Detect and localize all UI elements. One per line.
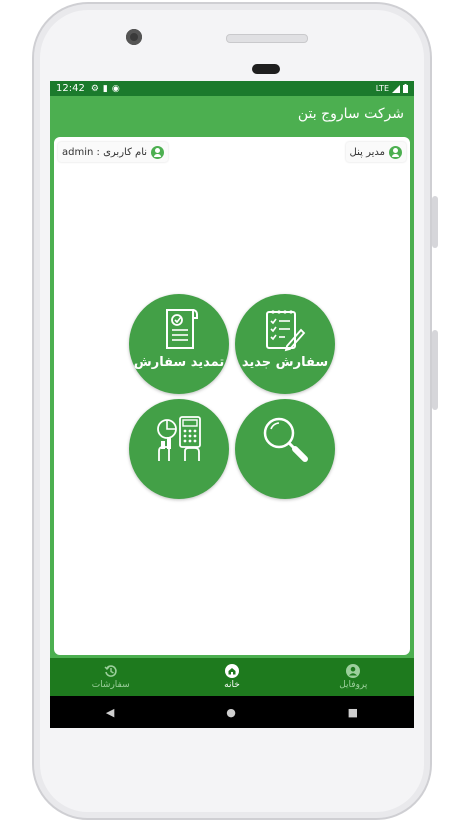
battery-icon bbox=[403, 84, 408, 93]
signal-icon bbox=[392, 84, 400, 93]
nav-profile[interactable]: پروفایل bbox=[293, 658, 414, 696]
app-title: شرکت ساروج بتن bbox=[297, 106, 404, 122]
power-button bbox=[432, 330, 438, 410]
new-order-button[interactable]: سفارش جدید bbox=[235, 294, 335, 394]
username-label: نام کاربری : admin bbox=[62, 146, 148, 158]
search-button[interactable] bbox=[235, 399, 335, 499]
nav-home-label: خانه bbox=[224, 680, 240, 690]
status-bar: 12:42 ⚙ ▮ ◉ LTE bbox=[50, 81, 414, 96]
network-label: LTE bbox=[375, 84, 389, 93]
bottom-navigation: سفارشات خانه پروفایل bbox=[50, 658, 414, 696]
role-chip: مدیر پنل bbox=[345, 142, 406, 162]
recents-square-icon[interactable]: ■ bbox=[348, 706, 358, 719]
renew-order-document-icon bbox=[166, 309, 198, 349]
status-right: LTE bbox=[376, 84, 408, 93]
search-magnifier-icon bbox=[263, 417, 308, 462]
history-icon bbox=[104, 665, 117, 677]
nav-orders[interactable]: سفارشات bbox=[50, 658, 171, 696]
status-time: 12:42 bbox=[56, 83, 85, 94]
settings-status-icon: ⚙ bbox=[90, 83, 99, 94]
profile-icon bbox=[346, 664, 361, 678]
nav-orders-label: سفارشات bbox=[91, 680, 130, 690]
renew-order-label: تمدید سفارش bbox=[133, 355, 225, 370]
volume-button bbox=[432, 196, 438, 248]
front-camera bbox=[126, 29, 142, 45]
new-order-checklist-icon bbox=[266, 310, 306, 352]
role-label: مدیر پنل bbox=[349, 146, 385, 158]
home-circle-icon[interactable]: ● bbox=[226, 706, 236, 719]
nav-profile-label: پروفایل bbox=[339, 680, 368, 690]
app-bar: شرکت ساروج بتن bbox=[50, 96, 414, 136]
home-icon bbox=[224, 664, 239, 678]
sim-status-icon: ▮ bbox=[102, 83, 108, 94]
back-icon[interactable]: ◀ bbox=[106, 706, 114, 719]
renew-order-button[interactable]: تمدید سفارش bbox=[129, 294, 229, 394]
main-card: مدیر پنل نام کاربری : admin سفارش جدید ت… bbox=[54, 137, 410, 655]
account-icon bbox=[151, 145, 165, 159]
proximity-sensor bbox=[252, 64, 280, 74]
app-screen: 12:42 ⚙ ▮ ◉ LTE شرکت ساروج بتن مدیر پنل … bbox=[50, 81, 414, 728]
account-icon bbox=[389, 145, 402, 159]
username-chip: نام کاربری : admin bbox=[58, 142, 169, 162]
earpiece-speaker bbox=[226, 34, 308, 43]
sync-status-icon: ◉ bbox=[111, 83, 120, 94]
calculator-chart-icon bbox=[157, 416, 201, 461]
system-navigation-bar: ◀ ● ■ bbox=[50, 696, 414, 728]
new-order-label: سفارش جدید bbox=[241, 355, 329, 370]
report-button[interactable] bbox=[129, 399, 229, 499]
nav-home[interactable]: خانه bbox=[171, 658, 292, 696]
